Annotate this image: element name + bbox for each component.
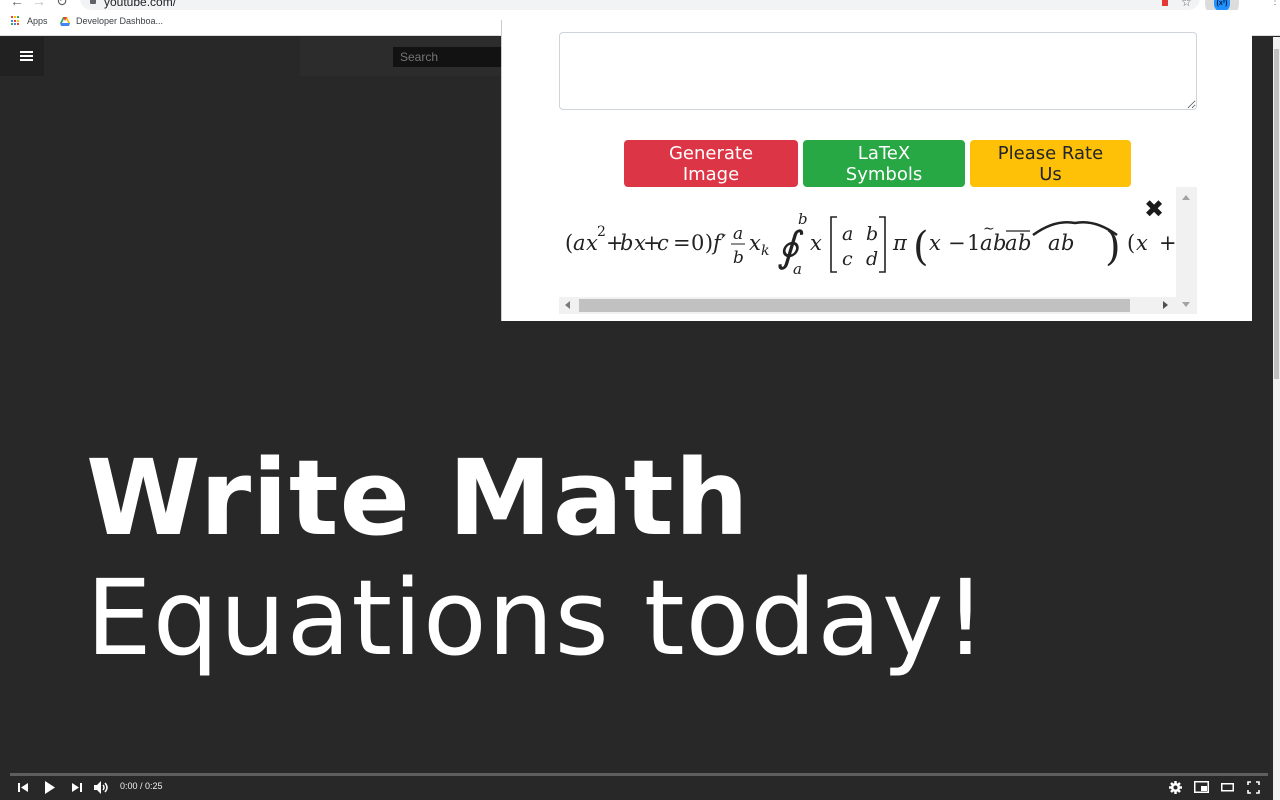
svg-text:f′: f′ [711,231,727,255]
svg-text:(: ( [913,224,929,270]
bookmark-star-icon[interactable]: ☆ [1181,0,1192,9]
horizontal-scrollbar-thumb[interactable] [579,299,1130,312]
svg-text:a: a [793,260,802,278]
theater-mode-button[interactable] [1219,780,1235,794]
svg-text:b: b [733,248,744,268]
svg-text:x: x [810,231,822,255]
back-icon[interactable]: ← [10,0,24,9]
generate-image-button[interactable]: Generate Image [624,140,798,187]
svg-text:ab: ab [1005,231,1032,255]
settings-button[interactable] [1167,780,1183,794]
svg-text:1: 1 [967,231,981,255]
scroll-left-icon[interactable] [565,301,570,309]
bookmark-developer-dashboard[interactable]: Developer Dashboa... [60,16,163,26]
scroll-right-icon[interactable] [1163,301,1168,309]
page-scrollbar-thumb[interactable] [1274,49,1279,379]
page-scrollbar[interactable] [1273,37,1280,800]
svg-text:a: a [842,223,854,245]
youtube-search-input[interactable] [393,47,513,67]
rendered-equation: ( ax 2 + bx + c = 0) f′ a b x k ∮ b a x … [565,210,1176,278]
equation-preview: ✖ ( ax 2 + bx + c = 0) f′ a b x k ∮ b a … [559,187,1197,317]
url-text: youtube.com/ [104,0,177,9]
svg-text:a: a [733,224,744,244]
svg-text:c: c [842,248,853,270]
svg-text:2: 2 [597,224,606,240]
svg-text:b: b [866,223,879,245]
volume-button[interactable] [94,780,110,794]
svg-text:x: x [929,231,941,255]
video-progress-bar[interactable] [10,773,1268,776]
svg-text:d: d [866,248,879,270]
next-button[interactable] [69,780,85,794]
previous-button[interactable] [15,780,31,794]
equation-horizontal-scrollbar[interactable] [559,297,1176,314]
video-title-line-2: Equations today! [86,557,988,679]
time-display: 0:00 / 0:25 [120,781,163,791]
svg-text:π: π [892,231,908,255]
bookmark-label: Apps [27,16,48,26]
svg-text:x: x [749,231,761,255]
svg-text:c: c [657,231,669,255]
svg-text:ax: ax [573,231,598,255]
play-icon [45,780,55,794]
svg-text:x: x [1136,231,1148,255]
equation-preview-viewport: ✖ ( ax 2 + bx + c = 0) f′ a b x k ∮ b a … [559,187,1176,297]
theater-mode-icon [1220,782,1234,791]
miniplayer-icon [1193,781,1209,793]
apps-grid-icon [11,16,21,26]
scroll-up-icon[interactable] [1182,195,1190,200]
svg-text:b: b [798,210,808,228]
video-title-line-1: Write Math [86,437,750,559]
reload-icon[interactable]: ↻ [56,0,68,10]
svg-text:ab: ab [1048,231,1075,255]
menu-icon[interactable] [20,51,33,62]
volume-icon [94,780,108,794]
svg-text:0): 0) [691,231,714,255]
gear-icon [1168,780,1182,794]
scroll-down-icon[interactable] [1182,302,1190,307]
lock-icon [90,0,96,4]
screen: ← → ↻ youtube.com/ ☆ (x²) ⋮ Apps Develop… [0,0,1280,800]
fullscreen-button[interactable] [1245,780,1261,794]
svg-text:=: = [673,231,691,255]
forward-icon[interactable]: → [32,0,46,9]
latex-symbols-button[interactable]: LaTeX Symbols [803,140,965,187]
bookmark-label: Developer Dashboa... [76,16,164,26]
latex-extension-popup: Generate Image LaTeX Symbols Please Rate… [501,20,1252,321]
fullscreen-icon [1246,780,1260,794]
next-icon [72,782,82,792]
svg-text:−: − [948,231,966,255]
drive-icon [60,16,70,26]
latex-input[interactable] [559,32,1197,110]
browser-toolbar: ← → ↻ youtube.com/ ☆ (x²) ⋮ [0,0,1280,20]
address-bar[interactable]: youtube.com/ [80,0,1200,10]
svg-text:): ) [1105,224,1121,270]
video-player-controls: 0:00 / 0:25 [0,770,1280,800]
blocked-popup-icon[interactable] [1162,0,1168,6]
equation-vertical-scrollbar[interactable] [1176,187,1197,314]
rate-us-button[interactable]: Please Rate Us [970,140,1131,187]
svg-text:k: k [761,243,770,259]
video-frame-text: Write Math Equations today! [86,438,987,678]
svg-text:(: ( [1127,231,1136,255]
bookmark-apps[interactable]: Apps [11,16,48,26]
action-buttons: Generate Image LaTeX Symbols Please Rate… [624,140,1131,187]
play-button[interactable] [42,780,58,794]
miniplayer-button[interactable] [1193,780,1209,794]
svg-text:+: + [1159,231,1176,255]
svg-text:∼: ∼ [983,221,995,237]
previous-icon [18,782,28,792]
browser-menu-icon[interactable]: ⋮ [1270,0,1280,10]
